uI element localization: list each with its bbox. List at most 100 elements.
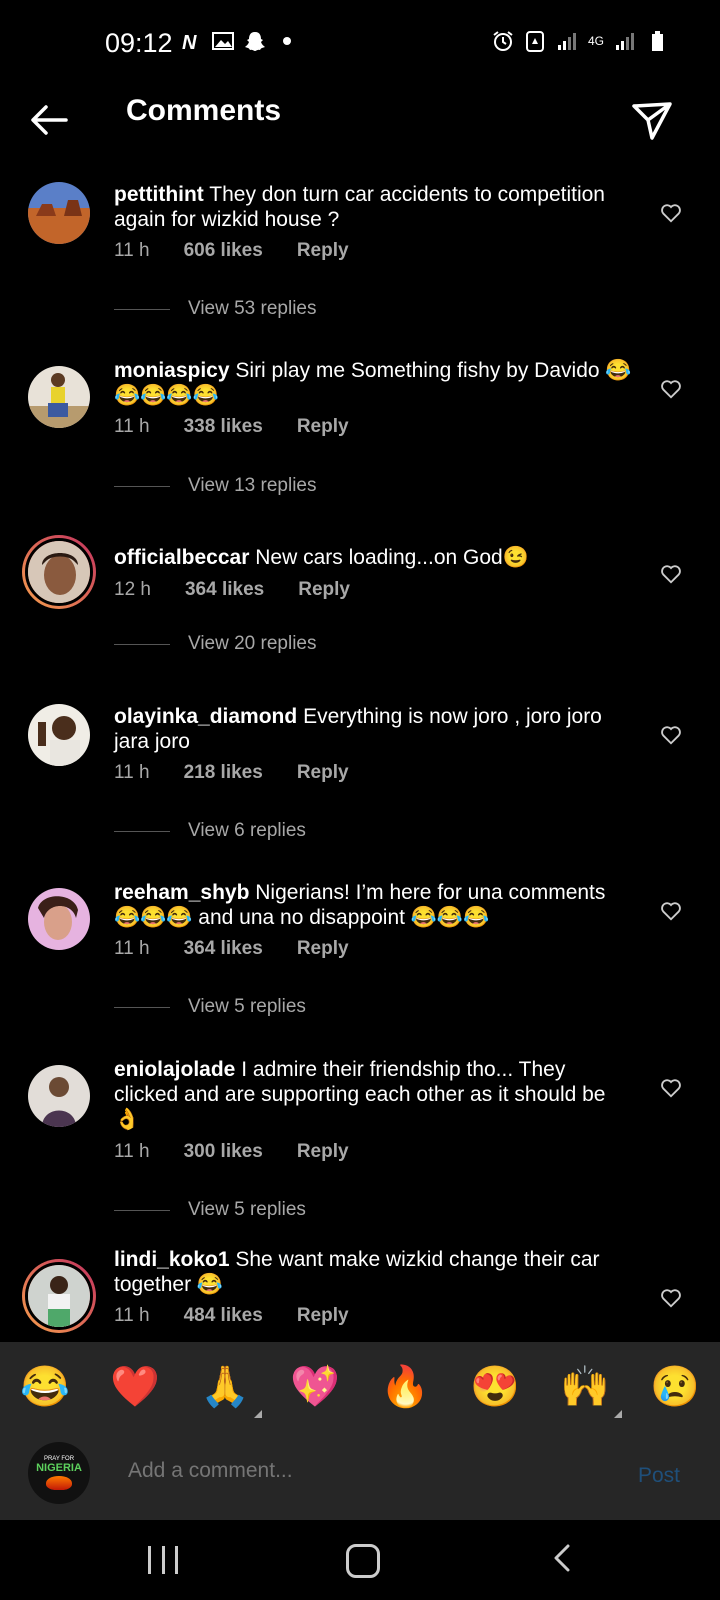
- avatar-image: [28, 888, 90, 950]
- comment-likes[interactable]: 364 likes: [184, 938, 263, 960]
- comment-username[interactable]: moniaspicy: [114, 359, 230, 382]
- emoji-button[interactable]: ❤️: [110, 1363, 160, 1410]
- comment-likes[interactable]: 338 likes: [184, 416, 263, 438]
- view-replies-label[interactable]: View 5 replies: [188, 996, 306, 1018]
- comment-username[interactable]: eniolajolade: [114, 1058, 235, 1081]
- heart-icon[interactable]: [660, 1077, 682, 1099]
- emoji-glyph: 🙌: [560, 1364, 610, 1409]
- user-avatar: PRAY FOR NIGERIA: [28, 1442, 90, 1504]
- view-replies-label[interactable]: View 53 replies: [188, 298, 317, 320]
- view-replies-label[interactable]: View 13 replies: [188, 475, 317, 497]
- avatar[interactable]: [28, 888, 90, 950]
- avatar: [25, 1262, 93, 1330]
- back-arrow-icon[interactable]: [26, 96, 74, 144]
- emoji-button-with-options[interactable]: 🙏: [200, 1363, 262, 1418]
- avatar[interactable]: [28, 366, 90, 428]
- view-replies[interactable]: View 20 replies: [114, 633, 317, 655]
- comment-time: 11 h: [114, 1141, 150, 1162]
- comment-username[interactable]: reeham_shyb: [114, 881, 249, 904]
- comment-meta: 11 h 364 likes Reply: [114, 938, 383, 960]
- comments-list: pettithint They don turn car accidents t…: [0, 170, 720, 1340]
- heart-icon[interactable]: [660, 724, 682, 746]
- send-icon[interactable]: [628, 96, 676, 144]
- comment-meta: 12 h 364 likes Reply: [114, 579, 384, 601]
- comment-meta: 11 h 606 likes Reply: [114, 240, 383, 262]
- view-replies[interactable]: View 5 replies: [114, 996, 306, 1018]
- comment-likes[interactable]: 300 likes: [184, 1141, 263, 1163]
- snapchat-icon: [245, 32, 265, 51]
- system-nav-bar: [0, 1520, 720, 1600]
- replies-divider: [114, 1006, 170, 1008]
- view-replies[interactable]: View 6 replies: [114, 820, 306, 842]
- heart-icon[interactable]: [660, 1287, 682, 1309]
- comment-input[interactable]: [126, 1458, 610, 1484]
- avatar-story-ring[interactable]: [22, 535, 96, 609]
- emoji-button[interactable]: 💖: [290, 1363, 340, 1410]
- reply-button[interactable]: Reply: [297, 762, 349, 784]
- reply-button[interactable]: Reply: [297, 1141, 349, 1163]
- recent-apps-icon[interactable]: [148, 1546, 178, 1576]
- view-replies[interactable]: View 5 replies: [114, 1199, 306, 1221]
- emoji-button[interactable]: 😍: [470, 1363, 520, 1410]
- comment-likes[interactable]: 218 likes: [184, 762, 263, 784]
- comment-text: olayinka_diamond Everything is now joro …: [114, 704, 634, 754]
- comment-time: 11 h: [114, 416, 150, 437]
- comment-username[interactable]: pettithint: [114, 183, 204, 206]
- comment-text: lindi_koko1 She want make wizkid change …: [114, 1247, 634, 1297]
- comment-text: officialbeccar New cars loading...on God…: [114, 545, 634, 570]
- heart-icon[interactable]: [660, 563, 682, 585]
- comment-likes[interactable]: 364 likes: [185, 579, 264, 601]
- replies-divider: [114, 1209, 170, 1211]
- view-replies[interactable]: View 53 replies: [114, 298, 317, 320]
- system-back-icon[interactable]: [552, 1544, 572, 1572]
- status-bar: 09:12 N 4G: [0, 0, 720, 90]
- comment-likes[interactable]: 606 likes: [184, 240, 263, 262]
- comment-time: 11 h: [114, 938, 150, 959]
- avatar: [25, 538, 93, 606]
- view-replies[interactable]: View 13 replies: [114, 475, 317, 497]
- comment-time: 11 h: [114, 240, 150, 261]
- reply-button[interactable]: Reply: [297, 240, 349, 262]
- comment-meta: 11 h 338 likes Reply: [114, 416, 383, 438]
- reply-button[interactable]: Reply: [297, 1305, 349, 1327]
- reply-button[interactable]: Reply: [297, 938, 349, 960]
- view-replies-label[interactable]: View 20 replies: [188, 633, 317, 655]
- reply-button[interactable]: Reply: [298, 579, 350, 601]
- emoji-button[interactable]: 🔥: [380, 1363, 430, 1410]
- avatar-image: [28, 1065, 90, 1127]
- emoji-button[interactable]: 😂: [20, 1363, 70, 1410]
- comment-time: 11 h: [114, 762, 150, 783]
- view-replies-label[interactable]: View 6 replies: [188, 820, 306, 842]
- heart-icon[interactable]: [660, 900, 682, 922]
- view-replies-label[interactable]: View 5 replies: [188, 1199, 306, 1221]
- comment-likes[interactable]: 484 likes: [184, 1305, 263, 1327]
- home-icon[interactable]: [346, 1544, 380, 1578]
- replies-divider: [114, 830, 170, 832]
- reply-button[interactable]: Reply: [297, 416, 349, 438]
- dot-icon: [283, 37, 291, 45]
- comment-body: New cars loading...on God😉: [255, 546, 529, 569]
- heart-icon[interactable]: [660, 378, 682, 400]
- comment-username[interactable]: lindi_koko1: [114, 1248, 230, 1271]
- replies-divider: [114, 485, 170, 487]
- emoji-button[interactable]: 😢: [650, 1363, 700, 1410]
- comment-time: 11 h: [114, 1305, 150, 1326]
- avatar-image: [28, 366, 90, 428]
- heart-icon[interactable]: [660, 202, 682, 224]
- status-right-icons: 4G: [492, 30, 668, 52]
- avatar-story-ring[interactable]: [22, 1259, 96, 1333]
- post-button[interactable]: Post: [638, 1464, 680, 1488]
- comment-text: moniaspicy Siri play me Something fishy …: [114, 358, 634, 408]
- avatar-image: [28, 704, 90, 766]
- avatar[interactable]: [28, 704, 90, 766]
- comment-username[interactable]: officialbeccar: [114, 546, 249, 569]
- comment-username[interactable]: olayinka_diamond: [114, 705, 297, 728]
- avatar[interactable]: [28, 1065, 90, 1127]
- avatar-image: [28, 541, 90, 603]
- avatar-image: [28, 182, 90, 244]
- comment-input-bar: PRAY FOR NIGERIA Post: [0, 1430, 720, 1520]
- emoji-button-with-options[interactable]: 🙌: [560, 1363, 622, 1418]
- avatar-line2: NIGERIA: [36, 1462, 82, 1474]
- avatar[interactable]: [28, 182, 90, 244]
- network-type-label: 4G: [587, 34, 604, 48]
